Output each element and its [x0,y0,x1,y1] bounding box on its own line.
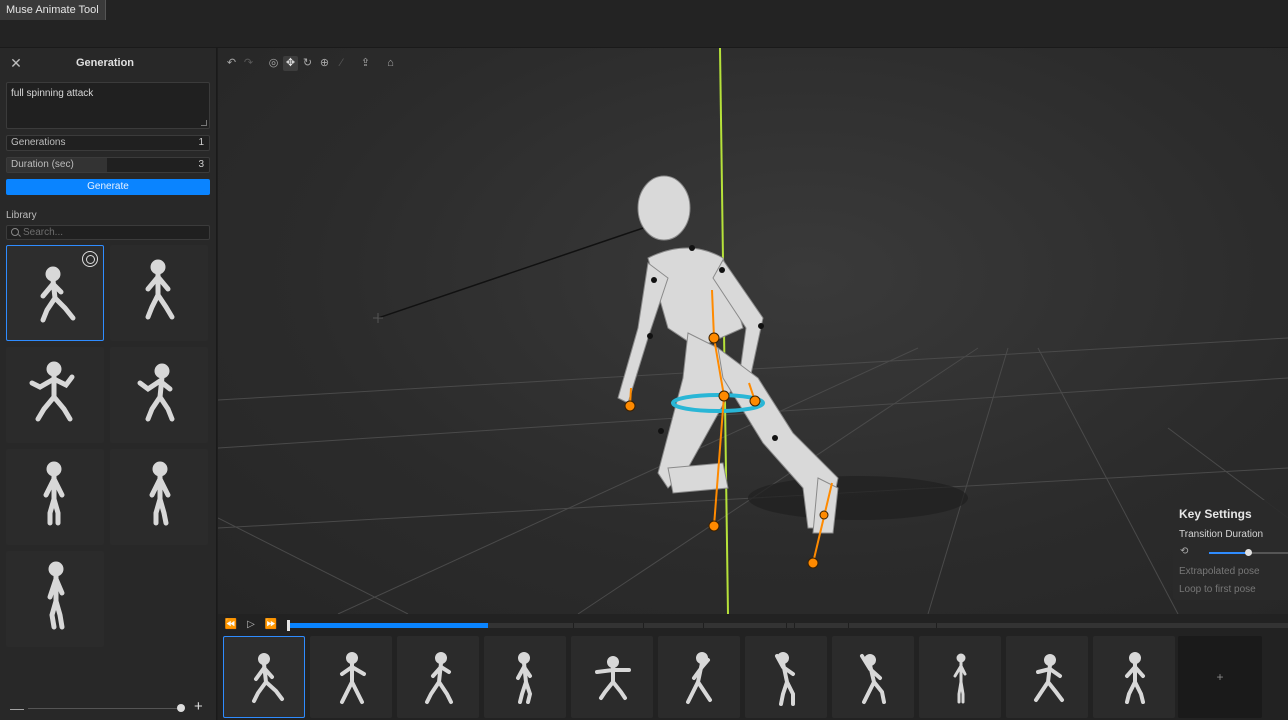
transition-icon: ⟲ [1180,546,1189,557]
app-root: Muse Animate Tool ✕ Generation full spin… [0,0,1288,720]
prompt-textarea[interactable]: full spinning attack [6,82,210,129]
rotate-icon[interactable]: ↻ [300,56,315,71]
generations-label: Generations [11,137,66,148]
fast-forward-icon[interactable]: ⏩ [264,618,278,632]
generations-value: 1 [198,137,204,148]
redo-icon[interactable]: ↷ [241,56,256,71]
select-icon[interactable]: ◎ [266,56,281,71]
character-model[interactable] [617,175,839,534]
target-icon[interactable] [82,251,98,267]
brush-icon[interactable]: ⁄ [334,56,349,71]
scene-viewport[interactable]: ↶ ↷ ◎ ✥ ↻ ⊕ ⁄ ⇪ ⌂ [218,48,1288,614]
library-search-input[interactable]: Search... [6,225,210,240]
pivot-marker [373,313,383,323]
key-settings-panel: Key Settings Transition Duration ⟲ Extra… [1173,500,1288,600]
duration-field[interactable]: Duration (sec) 3 [6,157,210,173]
add-keyframe-button[interactable]: + [1178,636,1262,718]
pose-thumbnail [953,653,967,704]
timeline-panel: ⏪ ▷ ⏩ + [218,614,1288,720]
zoom-out-button[interactable]: — [10,700,24,716]
playhead[interactable] [287,620,290,631]
pose-thumbnail [149,461,171,526]
timeline-tick [848,623,849,628]
thumbnail-size-slider[interactable] [28,708,182,709]
tutorial-icon[interactable]: ⌂ [383,56,398,71]
keyframe-thumbnail[interactable] [484,636,566,718]
keyframe-thumbnail[interactable] [658,636,740,718]
keyframe-thumbnail[interactable] [397,636,479,718]
keyframe-thumbnail[interactable] [310,636,392,718]
transition-slider-fill [1209,552,1248,554]
pose-thumbnail [1125,652,1145,704]
timeline-progress [288,623,488,628]
character-shadow [748,476,968,520]
pose-thumbnail [1034,654,1064,702]
library-item[interactable] [6,449,104,545]
library-item[interactable] [110,449,208,545]
keyframe-thumbnail[interactable] [1006,636,1088,718]
slider-handle[interactable] [177,704,185,712]
pose-thumbnail [340,652,366,704]
gizmo-axis-line [377,222,659,319]
duration-label: Duration (sec) [11,159,74,170]
keyframe-thumbnail[interactable] [1093,636,1175,718]
rewind-icon[interactable]: ⏪ [224,618,238,632]
library-label: Library [6,210,37,221]
resize-grip-icon[interactable] [201,120,207,126]
pose-thumbnail [595,656,631,700]
timeline-tick [573,623,574,628]
generations-field[interactable]: Generations 1 [6,135,210,151]
loop-to-first-pose-option[interactable]: Loop to first pose [1179,584,1256,595]
pose-thumbnail [43,461,65,526]
library-item[interactable] [6,551,104,647]
panel-title: Generation [75,57,135,69]
timeline-tick [643,623,644,628]
key-settings-title: Key Settings [1179,507,1252,521]
prompt-text: full spinning attack [11,88,94,99]
zoom-in-button[interactable]: + [194,698,203,715]
generate-button[interactable]: Generate [6,179,210,195]
library-item[interactable] [6,347,104,443]
transition-slider-handle[interactable] [1245,549,1252,556]
pose-thumbnail [29,361,75,422]
title-bar: Muse Animate Tool [0,0,1288,48]
window-tab[interactable]: Muse Animate Tool [0,0,106,20]
generation-header: ✕ Generation [0,48,217,78]
pose-thumbnail [686,652,712,704]
duration-value: 3 [198,159,204,170]
pose-thumbnail [425,652,453,704]
timeline-tick [703,623,704,628]
pose-thumbnail [516,652,533,704]
pose-thumbnail [145,259,175,320]
keyframe-thumbnail[interactable] [745,636,827,718]
keyframe-thumbnail[interactable] [223,636,305,718]
pose-thumbnail [860,654,886,704]
pose-thumbnail [47,561,65,630]
keyframe-thumbnail[interactable] [832,636,914,718]
library-item[interactable] [110,347,208,443]
keyframe-thumbnail[interactable] [571,636,653,718]
library-item[interactable] [6,245,104,341]
library-item[interactable] [110,245,208,341]
pose-thumbnail [137,363,175,422]
pose-thumbnail [252,653,284,703]
timeline-tick [786,623,787,628]
scene-canvas [218,48,1288,614]
generation-panel: ✕ Generation full spinning attack Genera… [0,48,217,720]
timeline-tick [794,623,795,628]
export-icon[interactable]: ⇪ [358,56,373,71]
pose-thumbnail [775,652,795,706]
play-icon[interactable]: ▷ [244,618,258,632]
transition-duration-label: Transition Duration [1179,529,1264,540]
undo-icon[interactable]: ↶ [224,56,239,71]
transform-icon[interactable]: ⊕ [317,56,332,71]
search-placeholder: Search... [23,227,64,238]
keyframe-thumbnail[interactable] [919,636,1001,718]
move-icon[interactable]: ✥ [283,56,298,71]
timeline-tick [936,623,937,628]
extrapolated-pose-option[interactable]: Extrapolated pose [1179,566,1260,577]
search-icon [11,228,19,236]
